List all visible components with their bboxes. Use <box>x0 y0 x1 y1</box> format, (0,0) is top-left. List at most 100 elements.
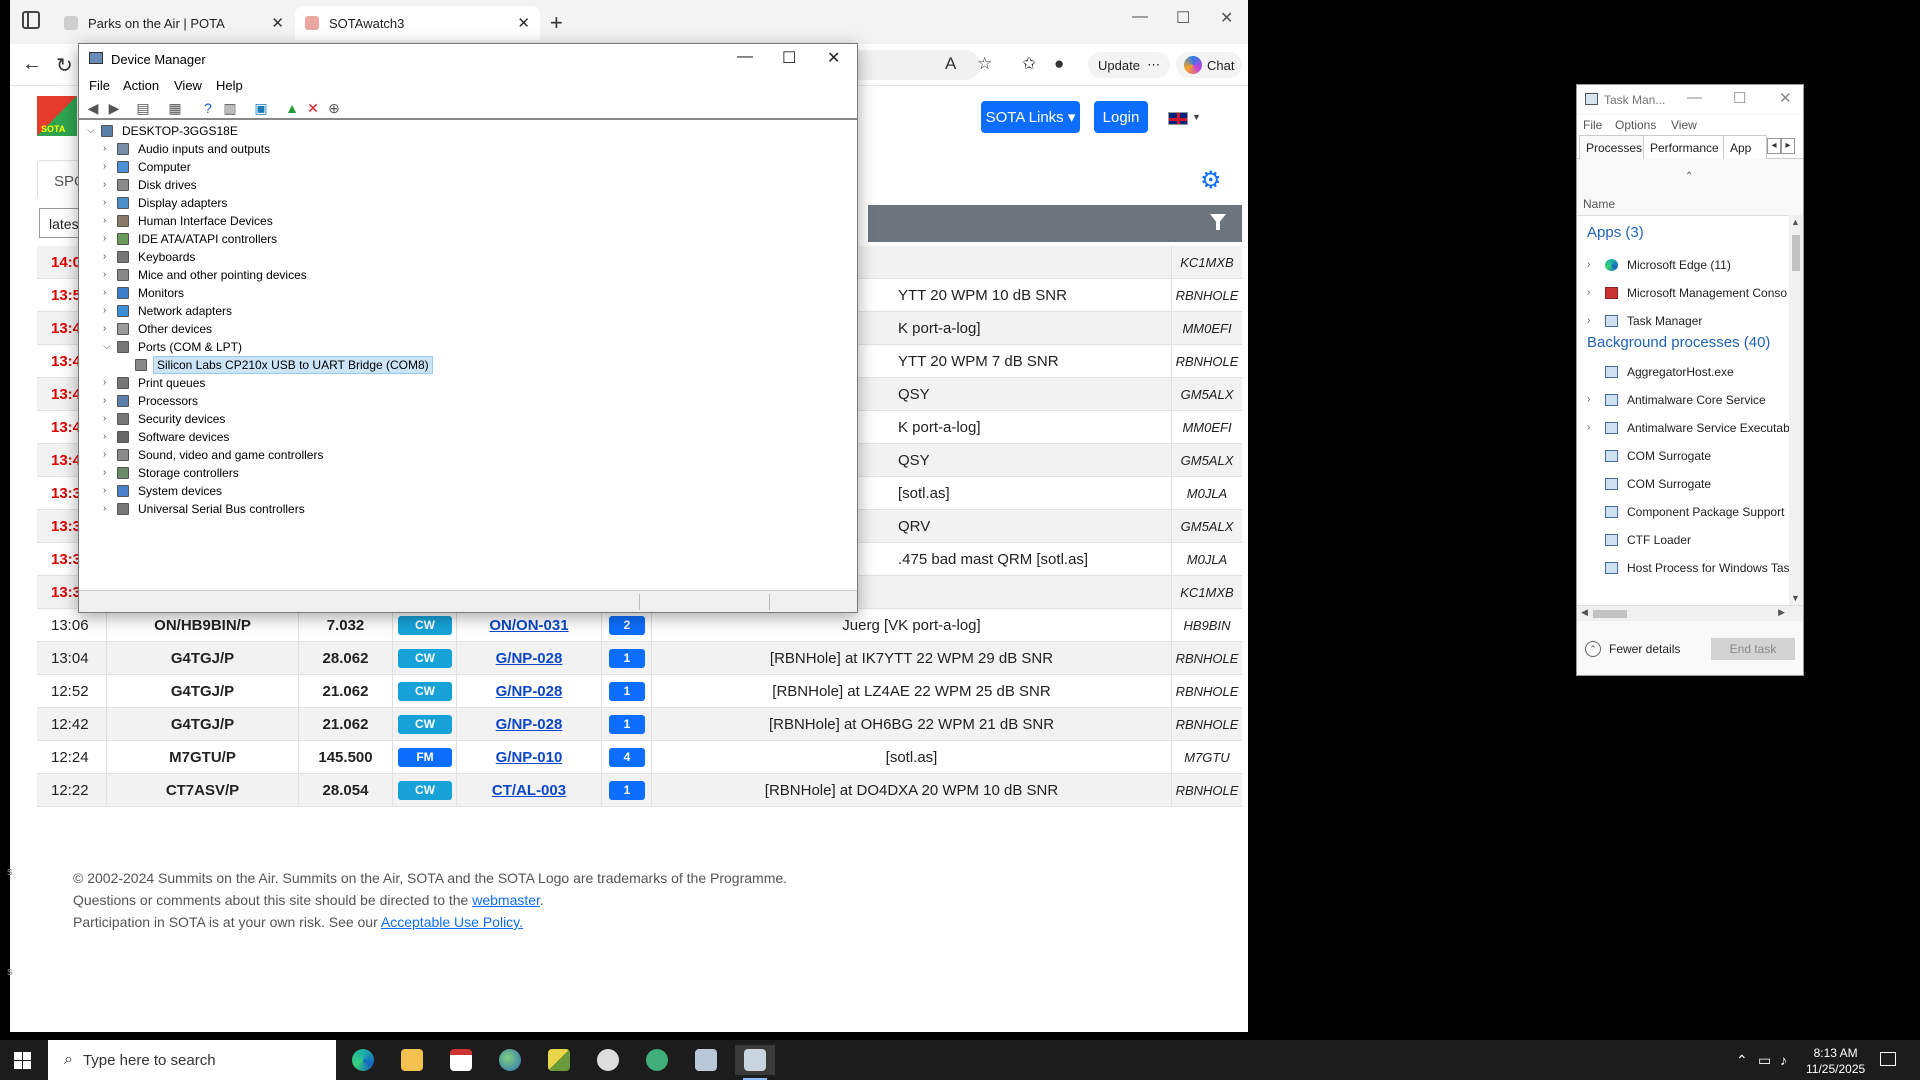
process-row[interactable]: Component Package Support <box>1577 501 1789 523</box>
scan-hardware-icon[interactable]: ▣ <box>253 100 269 116</box>
device-manager-taskbar-icon[interactable] <box>686 1045 726 1075</box>
close-tab-icon[interactable]: ✕ <box>517 14 530 32</box>
process-row[interactable]: › Microsoft Edge (11) <box>1577 254 1789 276</box>
close-window-icon[interactable]: ✕ <box>827 48 840 68</box>
process-row[interactable]: COM Surrogate <box>1577 445 1789 467</box>
minimize-icon[interactable]: — <box>737 48 753 66</box>
notifications-icon[interactable] <box>1880 1052 1896 1066</box>
expand-chevron-icon[interactable]: › <box>1587 310 1590 332</box>
expand-chevron-icon[interactable]: › <box>103 230 113 248</box>
webmaster-link[interactable]: webmaster <box>472 892 540 908</box>
scroll-left-icon[interactable]: ◀ <box>1581 607 1588 618</box>
language-caret-icon[interactable]: ▼ <box>1192 112 1201 122</box>
menu-action[interactable]: Action <box>123 78 159 93</box>
menu-view[interactable]: View <box>174 78 202 93</box>
expand-chevron-icon[interactable]: › <box>103 266 113 284</box>
expand-chevron-icon[interactable]: › <box>103 194 113 212</box>
process-row[interactable]: › Antimalware Core Service <box>1577 389 1789 411</box>
media-app-icon[interactable] <box>637 1045 677 1075</box>
menu-help[interactable]: Help <box>216 78 243 93</box>
taskbar-clock[interactable]: 8:13 AM 11/25/2025 <box>1806 1045 1865 1077</box>
menu-options[interactable]: Options <box>1615 118 1656 132</box>
sota-links-button[interactable]: SOTA Links ▾ <box>981 101 1080 133</box>
view-icon[interactable]: ▥ <box>222 100 238 116</box>
process-row[interactable]: › Task Manager <box>1577 310 1789 332</box>
globe-app-icon[interactable] <box>490 1045 530 1075</box>
favorites-icon[interactable]: ✩ <box>1022 54 1036 74</box>
back-arrow-icon[interactable]: ◀ <box>85 100 101 116</box>
maximize-icon[interactable]: ☐ <box>1176 8 1190 28</box>
download-driver-icon[interactable]: ⊕ <box>326 100 342 116</box>
update-button[interactable]: Update ⋯ <box>1088 52 1171 78</box>
expand-chevron-icon[interactable]: › <box>103 248 113 266</box>
file-explorer-icon[interactable] <box>392 1045 432 1075</box>
collapse-chevron-icon[interactable]: ⌵ <box>87 122 97 140</box>
tab-sotawatch[interactable]: SOTAwatch3 ✕ <box>295 6 540 40</box>
taskbar-search-input[interactable]: ⌕ Type here to search <box>48 1040 336 1080</box>
close-tab-icon[interactable]: ✕ <box>271 14 284 32</box>
profile-avatar-icon[interactable]: ● <box>1054 54 1064 74</box>
collapse-chevron-icon[interactable]: ⌵ <box>103 338 113 356</box>
show-hide-tree-icon[interactable]: ▤ <box>135 100 151 116</box>
expand-chevron-icon[interactable]: › <box>103 446 113 464</box>
edge-taskbar-icon[interactable] <box>343 1045 383 1075</box>
vertical-scrollbar[interactable]: ▲ ▼ <box>1789 215 1803 605</box>
process-row[interactable]: Host Process for Windows Task <box>1577 557 1789 579</box>
summit-link[interactable]: G/NP-028 <box>457 708 602 741</box>
minimize-icon[interactable]: — <box>1687 89 1702 106</box>
refresh-icon[interactable]: ↻ <box>56 53 73 78</box>
horizontal-scrollbar[interactable]: ◀ ▶ <box>1577 605 1803 621</box>
close-window-icon[interactable]: ✕ <box>1220 8 1233 28</box>
menu-file[interactable]: File <box>1583 118 1602 132</box>
uk-flag-icon[interactable] <box>1168 112 1188 125</box>
login-button[interactable]: Login <box>1094 101 1148 133</box>
device-manager-titlebar[interactable]: Device Manager — ☐ ✕ <box>79 44 857 74</box>
expand-chevron-icon[interactable]: › <box>103 302 113 320</box>
scroll-up-icon[interactable]: ▲ <box>1791 217 1800 227</box>
help-icon[interactable]: ? <box>200 100 216 116</box>
update-driver-icon[interactable]: ▲ <box>284 100 300 116</box>
expand-chevron-icon[interactable]: › <box>103 410 113 428</box>
summit-link[interactable]: G/NP-028 <box>457 675 602 708</box>
scroll-thumb[interactable] <box>1593 610 1627 618</box>
expand-chevron-icon[interactable]: › <box>103 212 113 230</box>
chat-app-icon[interactable] <box>588 1045 628 1075</box>
tab-scroll-right-icon[interactable]: ▸ <box>1781 138 1795 154</box>
read-aloud-icon[interactable]: A <box>945 54 956 74</box>
expand-chevron-icon[interactable]: › <box>1587 254 1590 276</box>
sort-chevron-icon[interactable]: ⌃ <box>1685 171 1693 182</box>
sota-logo[interactable]: SOTA <box>37 96 77 136</box>
windows-start-icon[interactable] <box>14 1052 31 1069</box>
process-row[interactable]: COM Surrogate <box>1577 473 1789 495</box>
menu-file[interactable]: File <box>89 78 110 93</box>
maximize-icon[interactable]: ☐ <box>1733 89 1746 107</box>
summit-link[interactable]: ON/ON-031 <box>457 609 602 642</box>
expand-chevron-icon[interactable]: › <box>103 428 113 446</box>
properties-icon[interactable]: ▦ <box>167 100 183 116</box>
calendar-app-icon[interactable] <box>441 1045 481 1075</box>
tab-processes[interactable]: Processes <box>1579 135 1650 159</box>
tab-app-history[interactable]: App his <box>1723 135 1767 159</box>
scroll-thumb[interactable] <box>1792 235 1800 271</box>
acceptable-use-link[interactable]: Acceptable Use Policy. <box>381 914 523 930</box>
task-manager-taskbar-icon[interactable] <box>735 1045 775 1080</box>
new-tab-icon[interactable]: + <box>550 10 563 36</box>
fewer-details-button[interactable]: ⌃ Fewer details <box>1585 641 1680 657</box>
process-row[interactable]: AggregatorHost.exe <box>1577 361 1789 383</box>
end-task-button[interactable]: End task <box>1711 638 1795 660</box>
expand-chevron-icon[interactable]: › <box>1587 282 1590 304</box>
expand-chevron-icon[interactable]: › <box>103 392 113 410</box>
uninstall-device-icon[interactable]: ✕ <box>305 100 321 116</box>
expand-chevron-icon[interactable]: › <box>1587 417 1590 439</box>
minimize-icon[interactable]: — <box>1132 8 1148 26</box>
expand-chevron-icon[interactable]: › <box>103 176 113 194</box>
settings-gear-icon[interactable]: ⚙ <box>1200 166 1222 195</box>
expand-chevron-icon[interactable]: › <box>103 500 113 518</box>
tab-pota[interactable]: Parks on the Air | POTA ✕ <box>54 6 294 40</box>
maximize-icon[interactable]: ☐ <box>782 48 796 68</box>
tray-overflow-chevron-icon[interactable]: ⌃ <box>1736 1052 1748 1069</box>
network-icon[interactable]: ▭ <box>1758 1052 1771 1069</box>
summit-link[interactable]: CT/AL-003 <box>457 774 602 807</box>
close-window-icon[interactable]: ✕ <box>1779 89 1792 107</box>
scroll-right-icon[interactable]: ▶ <box>1778 607 1785 618</box>
